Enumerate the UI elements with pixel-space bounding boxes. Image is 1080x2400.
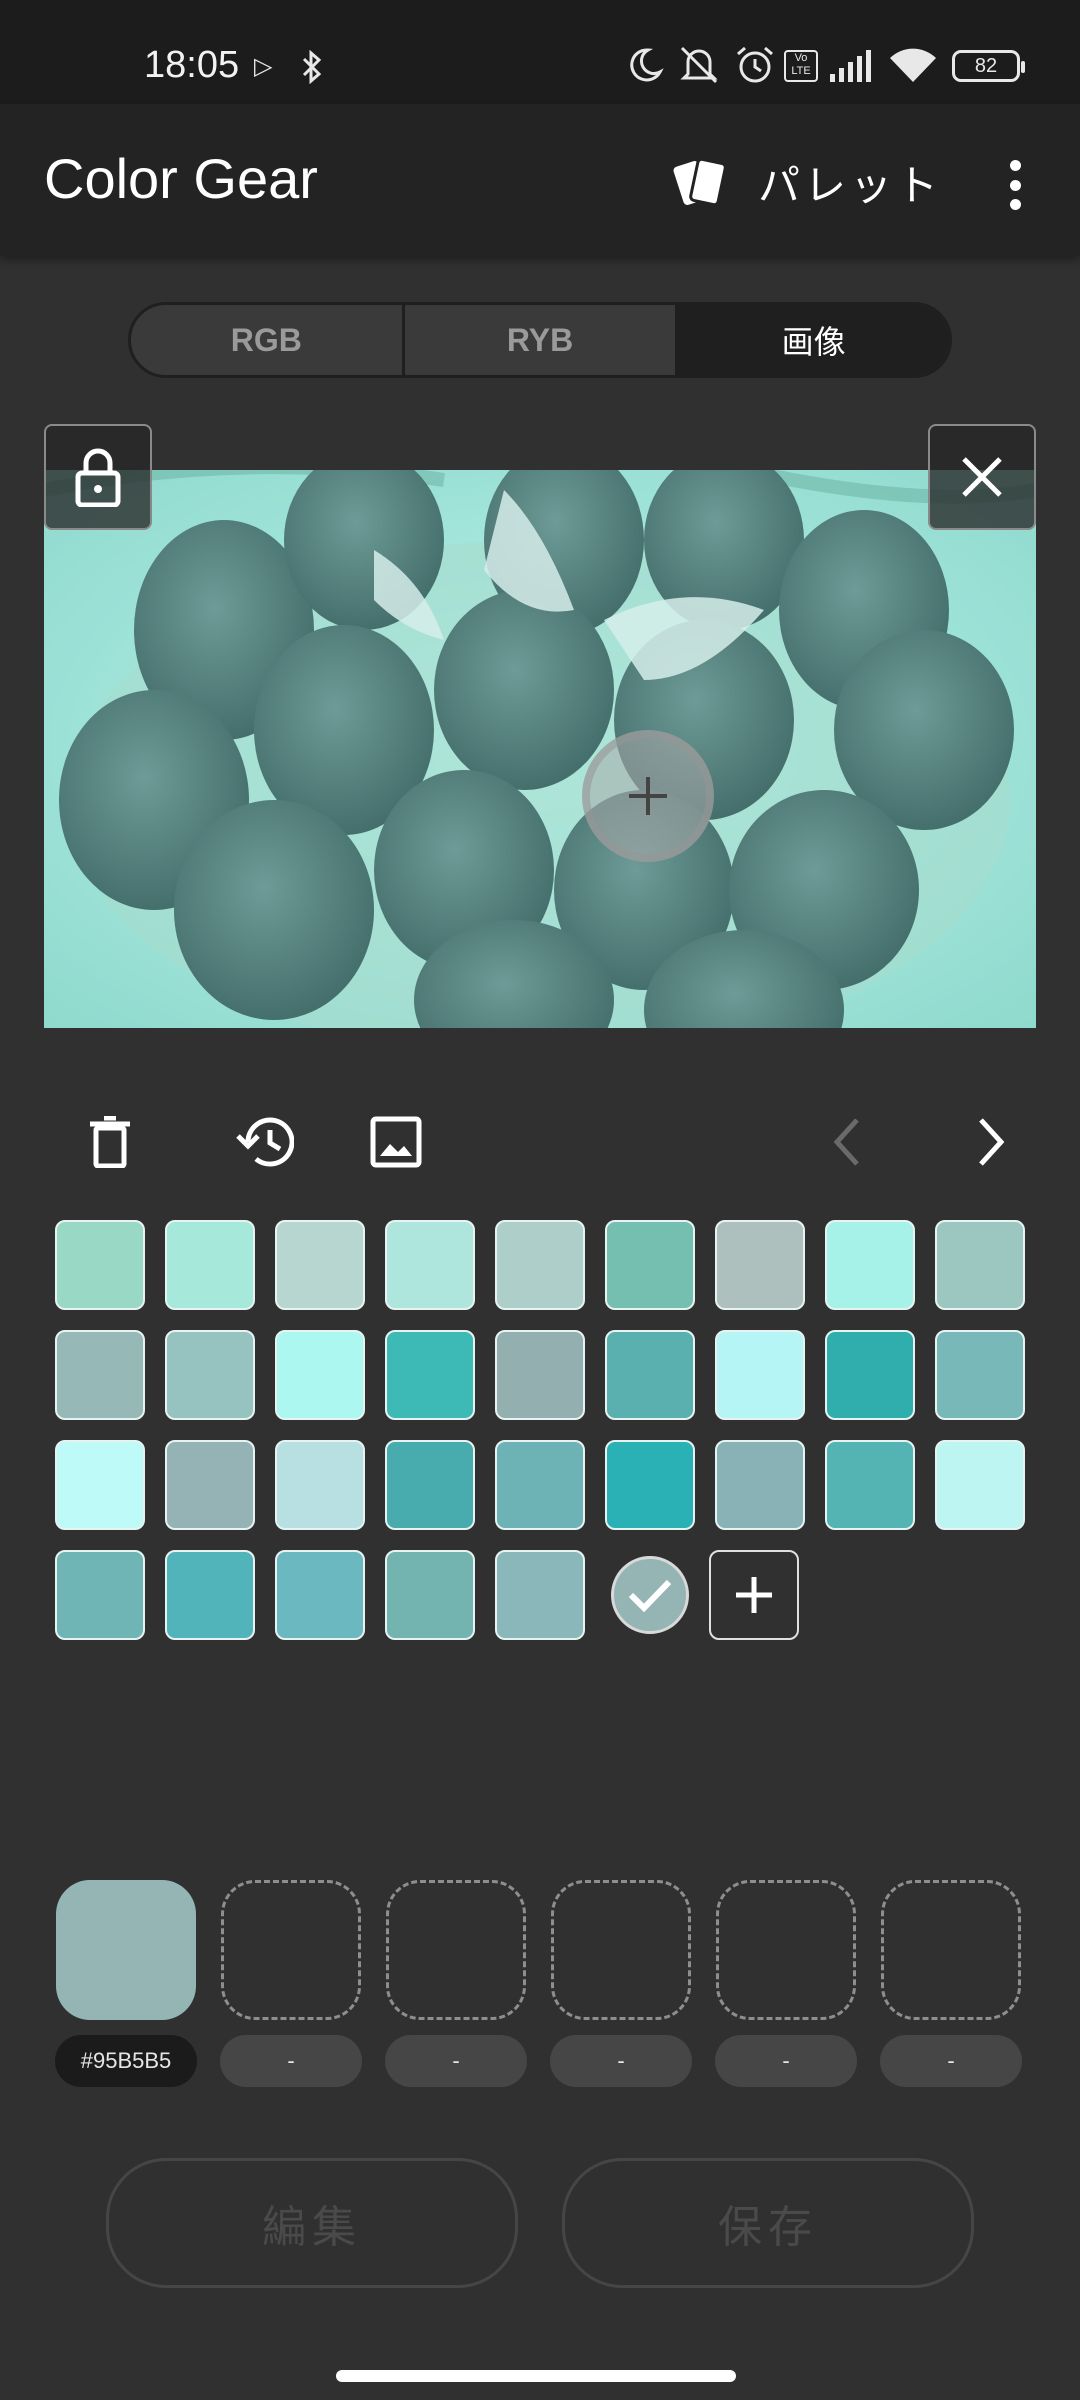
palette-slot-filled[interactable] bbox=[56, 1880, 196, 2020]
dot bbox=[1009, 199, 1021, 210]
dot bbox=[1009, 160, 1021, 171]
color-swatch[interactable] bbox=[165, 1330, 255, 1420]
home-indicator bbox=[336, 2370, 736, 2382]
lock-button[interactable] bbox=[44, 424, 152, 530]
plus-icon bbox=[736, 1577, 772, 1613]
color-swatch[interactable] bbox=[385, 1330, 475, 1420]
dot bbox=[1009, 179, 1021, 191]
palette-slot-empty[interactable] bbox=[551, 1880, 691, 2020]
app-bar: Color Gear パレット bbox=[0, 104, 1080, 256]
color-swatch[interactable] bbox=[495, 1440, 585, 1530]
wifi-icon bbox=[890, 48, 936, 82]
trash-icon bbox=[90, 1116, 130, 1168]
mode-tabs: RGB RYB 画像 bbox=[128, 302, 952, 378]
check-icon bbox=[628, 1579, 672, 1613]
palette-button[interactable]: パレット bbox=[672, 144, 942, 220]
color-swatch[interactable] bbox=[715, 1330, 805, 1420]
color-swatch[interactable] bbox=[825, 1220, 915, 1310]
previous-button[interactable] bbox=[806, 1106, 886, 1178]
color-swatch[interactable] bbox=[935, 1330, 1025, 1420]
palette-label: パレット bbox=[758, 160, 943, 210]
status-time: 18:05 bbox=[144, 44, 240, 86]
palette-slot-label: - bbox=[550, 2035, 692, 2087]
color-swatch[interactable] bbox=[605, 1330, 695, 1420]
color-swatch[interactable] bbox=[165, 1550, 255, 1640]
history-button[interactable] bbox=[224, 1106, 304, 1178]
color-swatch[interactable] bbox=[165, 1440, 255, 1530]
bell-off-icon bbox=[680, 46, 718, 84]
color-swatch[interactable] bbox=[275, 1220, 365, 1310]
palette-slots: #95B5B5- - - - - bbox=[55, 1880, 1026, 2090]
edit-button[interactable]: 編集 bbox=[106, 2158, 518, 2288]
color-swatch[interactable] bbox=[605, 1440, 695, 1530]
bluetooth-icon bbox=[302, 50, 322, 84]
status-bar: 18:05 ▷ Vo LTE 82 bbox=[0, 0, 1080, 104]
image-button[interactable] bbox=[356, 1106, 436, 1178]
chevron-right-icon bbox=[979, 1118, 1005, 1166]
color-swatch[interactable] bbox=[385, 1550, 475, 1640]
palette-slot-empty[interactable] bbox=[221, 1880, 361, 2020]
color-swatch[interactable] bbox=[385, 1220, 475, 1310]
signal-icon bbox=[830, 50, 871, 82]
tab-image[interactable]: 画像 bbox=[675, 305, 949, 375]
tab-ryb[interactable]: RYB bbox=[401, 305, 676, 375]
moon-icon bbox=[630, 48, 664, 82]
save-button[interactable]: 保存 bbox=[562, 2158, 974, 2288]
color-swatch[interactable] bbox=[495, 1550, 585, 1640]
palette-slot-empty[interactable] bbox=[716, 1880, 856, 2020]
color-swatch[interactable] bbox=[385, 1440, 475, 1530]
history-icon bbox=[236, 1117, 294, 1167]
color-swatch[interactable] bbox=[55, 1440, 145, 1530]
chevron-left-icon bbox=[833, 1118, 859, 1166]
play-store-icon: ▷ bbox=[254, 52, 273, 80]
color-swatch[interactable] bbox=[55, 1330, 145, 1420]
battery-icon: 82 bbox=[952, 50, 1025, 82]
palette-slot-label: #95B5B5 bbox=[55, 2035, 197, 2087]
alarm-icon bbox=[737, 46, 773, 83]
close-image-button[interactable] bbox=[928, 424, 1036, 530]
palette-slot-label: - bbox=[880, 2035, 1022, 2087]
color-swatch[interactable] bbox=[55, 1220, 145, 1310]
close-icon bbox=[962, 457, 1002, 497]
color-swatch[interactable] bbox=[275, 1550, 365, 1640]
volte-icon: Vo LTE bbox=[784, 50, 818, 82]
palette-slot-label: - bbox=[220, 2035, 362, 2087]
color-swatch[interactable] bbox=[55, 1550, 145, 1640]
color-swatch[interactable] bbox=[165, 1220, 255, 1310]
color-swatch[interactable] bbox=[275, 1330, 365, 1420]
more-options-button[interactable] bbox=[990, 150, 1040, 220]
color-swatch[interactable] bbox=[495, 1220, 585, 1310]
palette-slot-empty[interactable] bbox=[386, 1880, 526, 2020]
palette-slot-empty[interactable] bbox=[881, 1880, 1021, 2020]
lock-icon bbox=[75, 448, 121, 507]
strawberry-image bbox=[44, 470, 1036, 1028]
image-icon bbox=[370, 1116, 422, 1168]
delete-button[interactable] bbox=[70, 1106, 150, 1178]
color-swatch[interactable] bbox=[935, 1220, 1025, 1310]
tab-rgb[interactable]: RGB bbox=[131, 305, 402, 375]
color-swatch[interactable] bbox=[605, 1220, 695, 1310]
add-color-button[interactable] bbox=[709, 1550, 799, 1640]
color-swatch[interactable] bbox=[275, 1440, 365, 1530]
source-image[interactable] bbox=[44, 470, 1036, 1028]
color-swatch[interactable] bbox=[935, 1440, 1025, 1530]
color-swatch[interactable] bbox=[715, 1220, 805, 1310]
color-swatch[interactable] bbox=[825, 1330, 915, 1420]
color-picker-handle[interactable] bbox=[582, 730, 714, 862]
palette-slot-label: - bbox=[385, 2035, 527, 2087]
next-button[interactable] bbox=[952, 1106, 1032, 1178]
color-swatch[interactable] bbox=[715, 1440, 805, 1530]
palette-slot-label: - bbox=[715, 2035, 857, 2087]
palette-icon bbox=[673, 157, 727, 207]
plus-icon bbox=[629, 777, 667, 815]
selected-color-swatch[interactable] bbox=[611, 1556, 689, 1634]
color-swatch[interactable] bbox=[495, 1330, 585, 1420]
app-title: Color Gear bbox=[44, 147, 318, 210]
color-swatch[interactable] bbox=[825, 1440, 915, 1530]
